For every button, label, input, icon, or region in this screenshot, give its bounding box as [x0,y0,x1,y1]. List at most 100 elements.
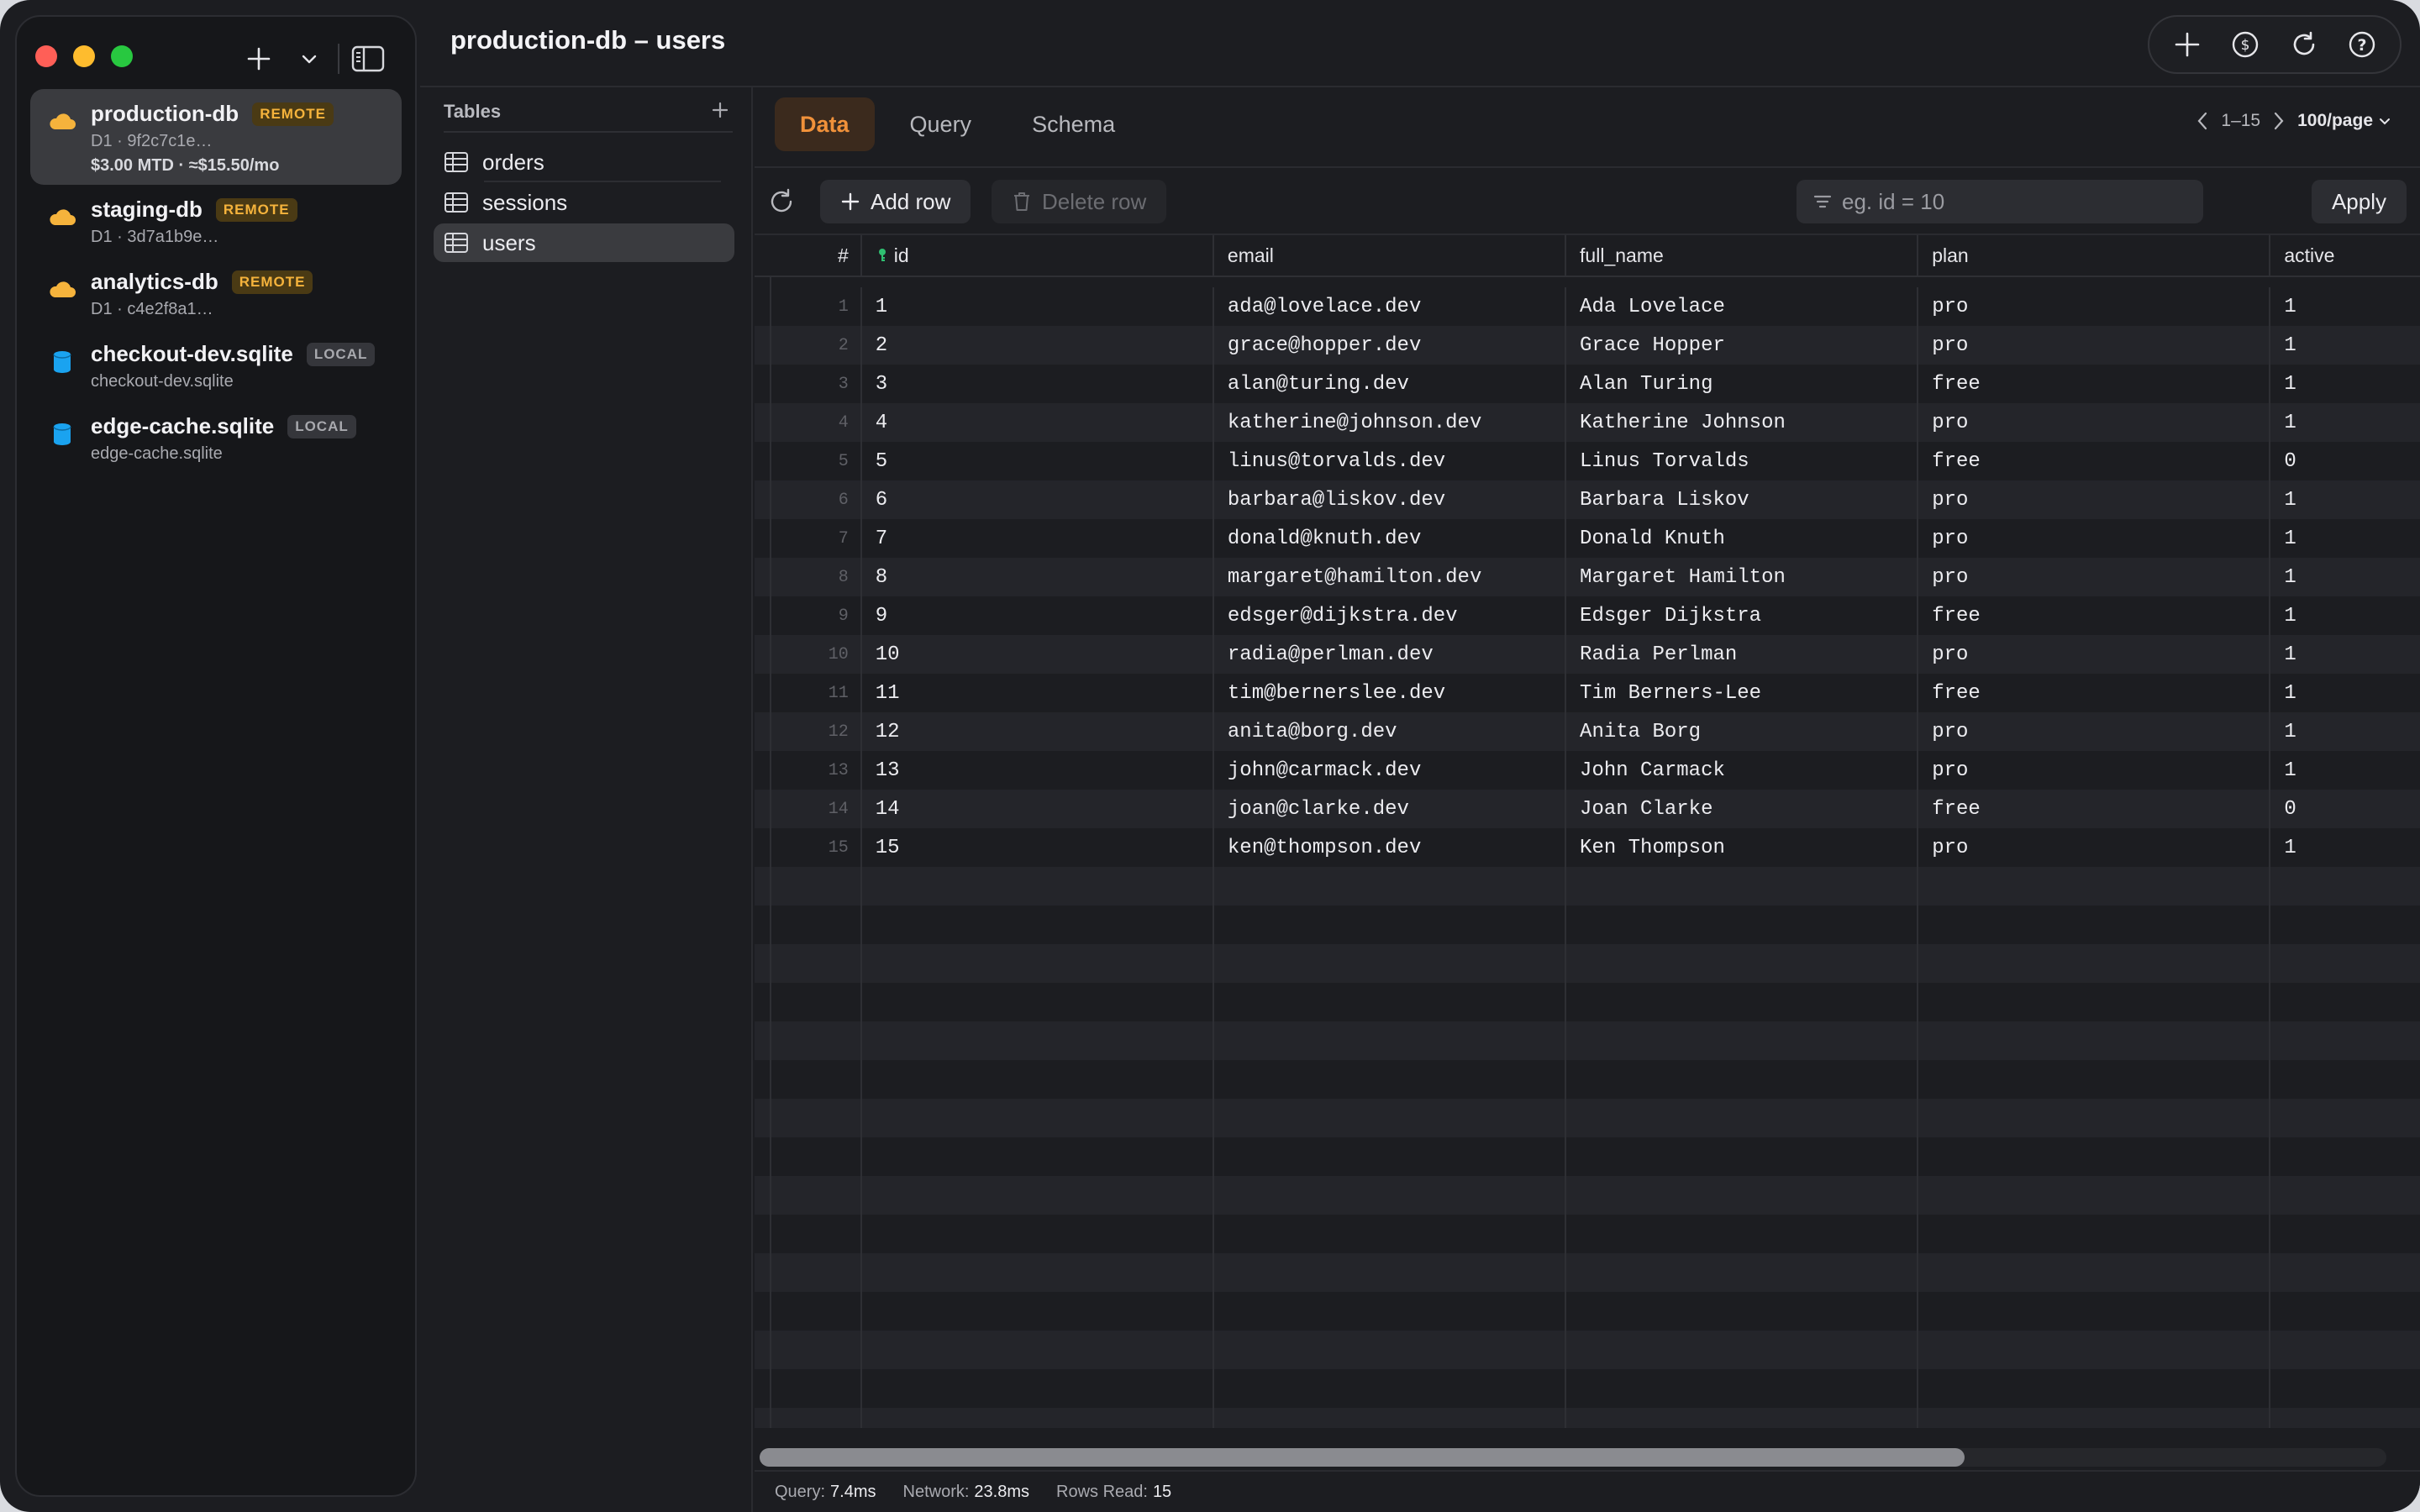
column-header-id[interactable]: id [860,235,1213,276]
cell-email[interactable]: radia@perlman.dev [1212,635,1565,674]
cell-email[interactable]: barbara@liskov.dev [1212,480,1565,519]
cell-plan[interactable]: pro [1917,751,2269,790]
cell-plan[interactable]: pro [1917,326,2269,365]
cell-id[interactable]: 11 [860,674,1213,712]
cell-id[interactable]: 10 [860,635,1213,674]
table-row[interactable]: 9 9 edsger@dijkstra.dev Edsger Dijkstra free… [755,596,2420,635]
cell-active[interactable]: 0 [2269,442,2420,480]
cell-full-name[interactable]: Edsger Dijkstra [1565,596,1917,635]
apply-filter-button[interactable]: Apply [2311,180,2407,223]
cell-plan[interactable]: pro [1917,635,2269,674]
add-table-icon[interactable] [708,97,733,123]
cell-plan[interactable]: pro [1917,712,2269,751]
cell-full-name[interactable]: Alan Turing [1565,365,1917,403]
database-item-production-db[interactable]: production-db REMOTE D1 · 9f2c7c1e… $3.00… [30,89,402,185]
cell-email[interactable]: donald@knuth.dev [1212,519,1565,558]
tab-query[interactable]: Query [885,97,997,151]
cell-email[interactable]: katherine@johnson.dev [1212,403,1565,442]
cell-active[interactable]: 1 [2269,480,2420,519]
table-row[interactable]: 12 12 anita@borg.dev Anita Borg pro 1 [755,712,2420,751]
table-row[interactable]: 14 14 joan@clarke.dev Joan Clarke free 0 [755,790,2420,828]
toggle-sidebar-button[interactable] [351,42,385,76]
database-item-analytics-db[interactable]: analytics-db REMOTE D1 · c4e2f8a1… [30,257,402,329]
cell-plan[interactable]: pro [1917,480,2269,519]
cell-full-name[interactable]: Donald Knuth [1565,519,1917,558]
table-row[interactable]: 8 8 margaret@hamilton.dev Margaret Hamilton… [755,558,2420,596]
cell-full-name[interactable]: Anita Borg [1565,712,1917,751]
cell-email[interactable]: linus@torvalds.dev [1212,442,1565,480]
table-item-orders[interactable]: orders [434,143,734,182]
cell-email[interactable]: john@carmack.dev [1212,751,1565,790]
table-row[interactable]: 1 1 ada@lovelace.dev Ada Lovelace pro 1 [755,287,2420,326]
cell-id[interactable]: 8 [860,558,1213,596]
cell-full-name[interactable]: Katherine Johnson [1565,403,1917,442]
cell-plan[interactable]: pro [1917,287,2269,326]
cell-active[interactable]: 1 [2269,674,2420,712]
table-row[interactable]: 7 7 donald@knuth.dev Donald Knuth pro 1 [755,519,2420,558]
cell-id[interactable]: 7 [860,519,1213,558]
reload-icon[interactable] [766,186,797,217]
horizontal-scrollbar[interactable] [760,1448,2386,1467]
cell-id[interactable]: 14 [860,790,1213,828]
cell-plan[interactable]: free [1917,790,2269,828]
cell-active[interactable]: 0 [2269,790,2420,828]
cell-full-name[interactable]: Tim Berners-Lee [1565,674,1917,712]
cell-plan[interactable]: free [1917,442,2269,480]
table-row[interactable]: 13 13 john@carmack.dev John Carmack pro 1 [755,751,2420,790]
cell-active[interactable]: 1 [2269,712,2420,751]
cell-full-name[interactable]: Margaret Hamilton [1565,558,1917,596]
cell-email[interactable]: grace@hopper.dev [1212,326,1565,365]
cell-full-name[interactable]: John Carmack [1565,751,1917,790]
database-item-edge-cache[interactable]: edge-cache.sqlite LOCAL edge-cache.sqlite [30,402,402,474]
cell-id[interactable]: 15 [860,828,1213,867]
cell-id[interactable]: 5 [860,442,1213,480]
minimize-window-button[interactable] [73,45,95,67]
new-button[interactable] [2169,26,2206,63]
column-header-plan[interactable]: plan [1917,235,2269,276]
refresh-button[interactable] [2286,26,2323,63]
table-row[interactable]: 15 15 ken@thompson.dev Ken Thompson pro 1 [755,828,2420,867]
billing-button[interactable]: $ [2227,26,2264,63]
add-row-button[interactable]: Add row [820,180,971,223]
add-options-dropdown[interactable] [292,42,326,76]
cell-full-name[interactable]: Linus Torvalds [1565,442,1917,480]
table-row[interactable]: 6 6 barbara@liskov.dev Barbara Liskov pro 1 [755,480,2420,519]
cell-full-name[interactable]: Barbara Liskov [1565,480,1917,519]
cell-id[interactable]: 4 [860,403,1213,442]
cell-active[interactable]: 1 [2269,635,2420,674]
table-item-users[interactable]: users [434,223,734,262]
cell-active[interactable]: 1 [2269,751,2420,790]
cell-email[interactable]: ken@thompson.dev [1212,828,1565,867]
cell-active[interactable]: 1 [2269,558,2420,596]
tab-data[interactable]: Data [775,97,875,151]
column-header-active[interactable]: active [2269,235,2420,276]
cell-active[interactable]: 1 [2269,365,2420,403]
cell-full-name[interactable]: Ken Thompson [1565,828,1917,867]
cell-email[interactable]: alan@turing.dev [1212,365,1565,403]
cell-id[interactable]: 12 [860,712,1213,751]
cell-plan[interactable]: free [1917,674,2269,712]
column-header-full-name[interactable]: full_name [1565,235,1917,276]
cell-email[interactable]: anita@borg.dev [1212,712,1565,751]
cell-full-name[interactable]: Ada Lovelace [1565,287,1917,326]
table-row[interactable]: 4 4 katherine@johnson.dev Katherine Johnson… [755,403,2420,442]
filter-input[interactable] [1842,188,2195,215]
close-window-button[interactable] [35,45,57,67]
tab-schema[interactable]: Schema [1007,97,1140,151]
table-row[interactable]: 10 10 radia@perlman.dev Radia Perlman pro 1 [755,635,2420,674]
column-header-email[interactable]: email [1212,235,1565,276]
cell-email[interactable]: joan@clarke.dev [1212,790,1565,828]
cell-id[interactable]: 2 [860,326,1213,365]
cell-email[interactable]: ada@lovelace.dev [1212,287,1565,326]
delete-row-button[interactable]: Delete row [992,180,1167,223]
cell-email[interactable]: margaret@hamilton.dev [1212,558,1565,596]
table-row[interactable]: 2 2 grace@hopper.dev Grace Hopper pro 1 [755,326,2420,365]
cell-active[interactable]: 1 [2269,828,2420,867]
cell-email[interactable]: tim@bernerslee.dev [1212,674,1565,712]
cell-active[interactable]: 1 [2269,403,2420,442]
scrollbar-thumb[interactable] [760,1448,1965,1467]
cell-plan[interactable]: pro [1917,403,2269,442]
page-size-select[interactable]: 100/page [2297,111,2391,131]
cell-plan[interactable]: pro [1917,519,2269,558]
help-button[interactable]: ? [2344,26,2381,63]
